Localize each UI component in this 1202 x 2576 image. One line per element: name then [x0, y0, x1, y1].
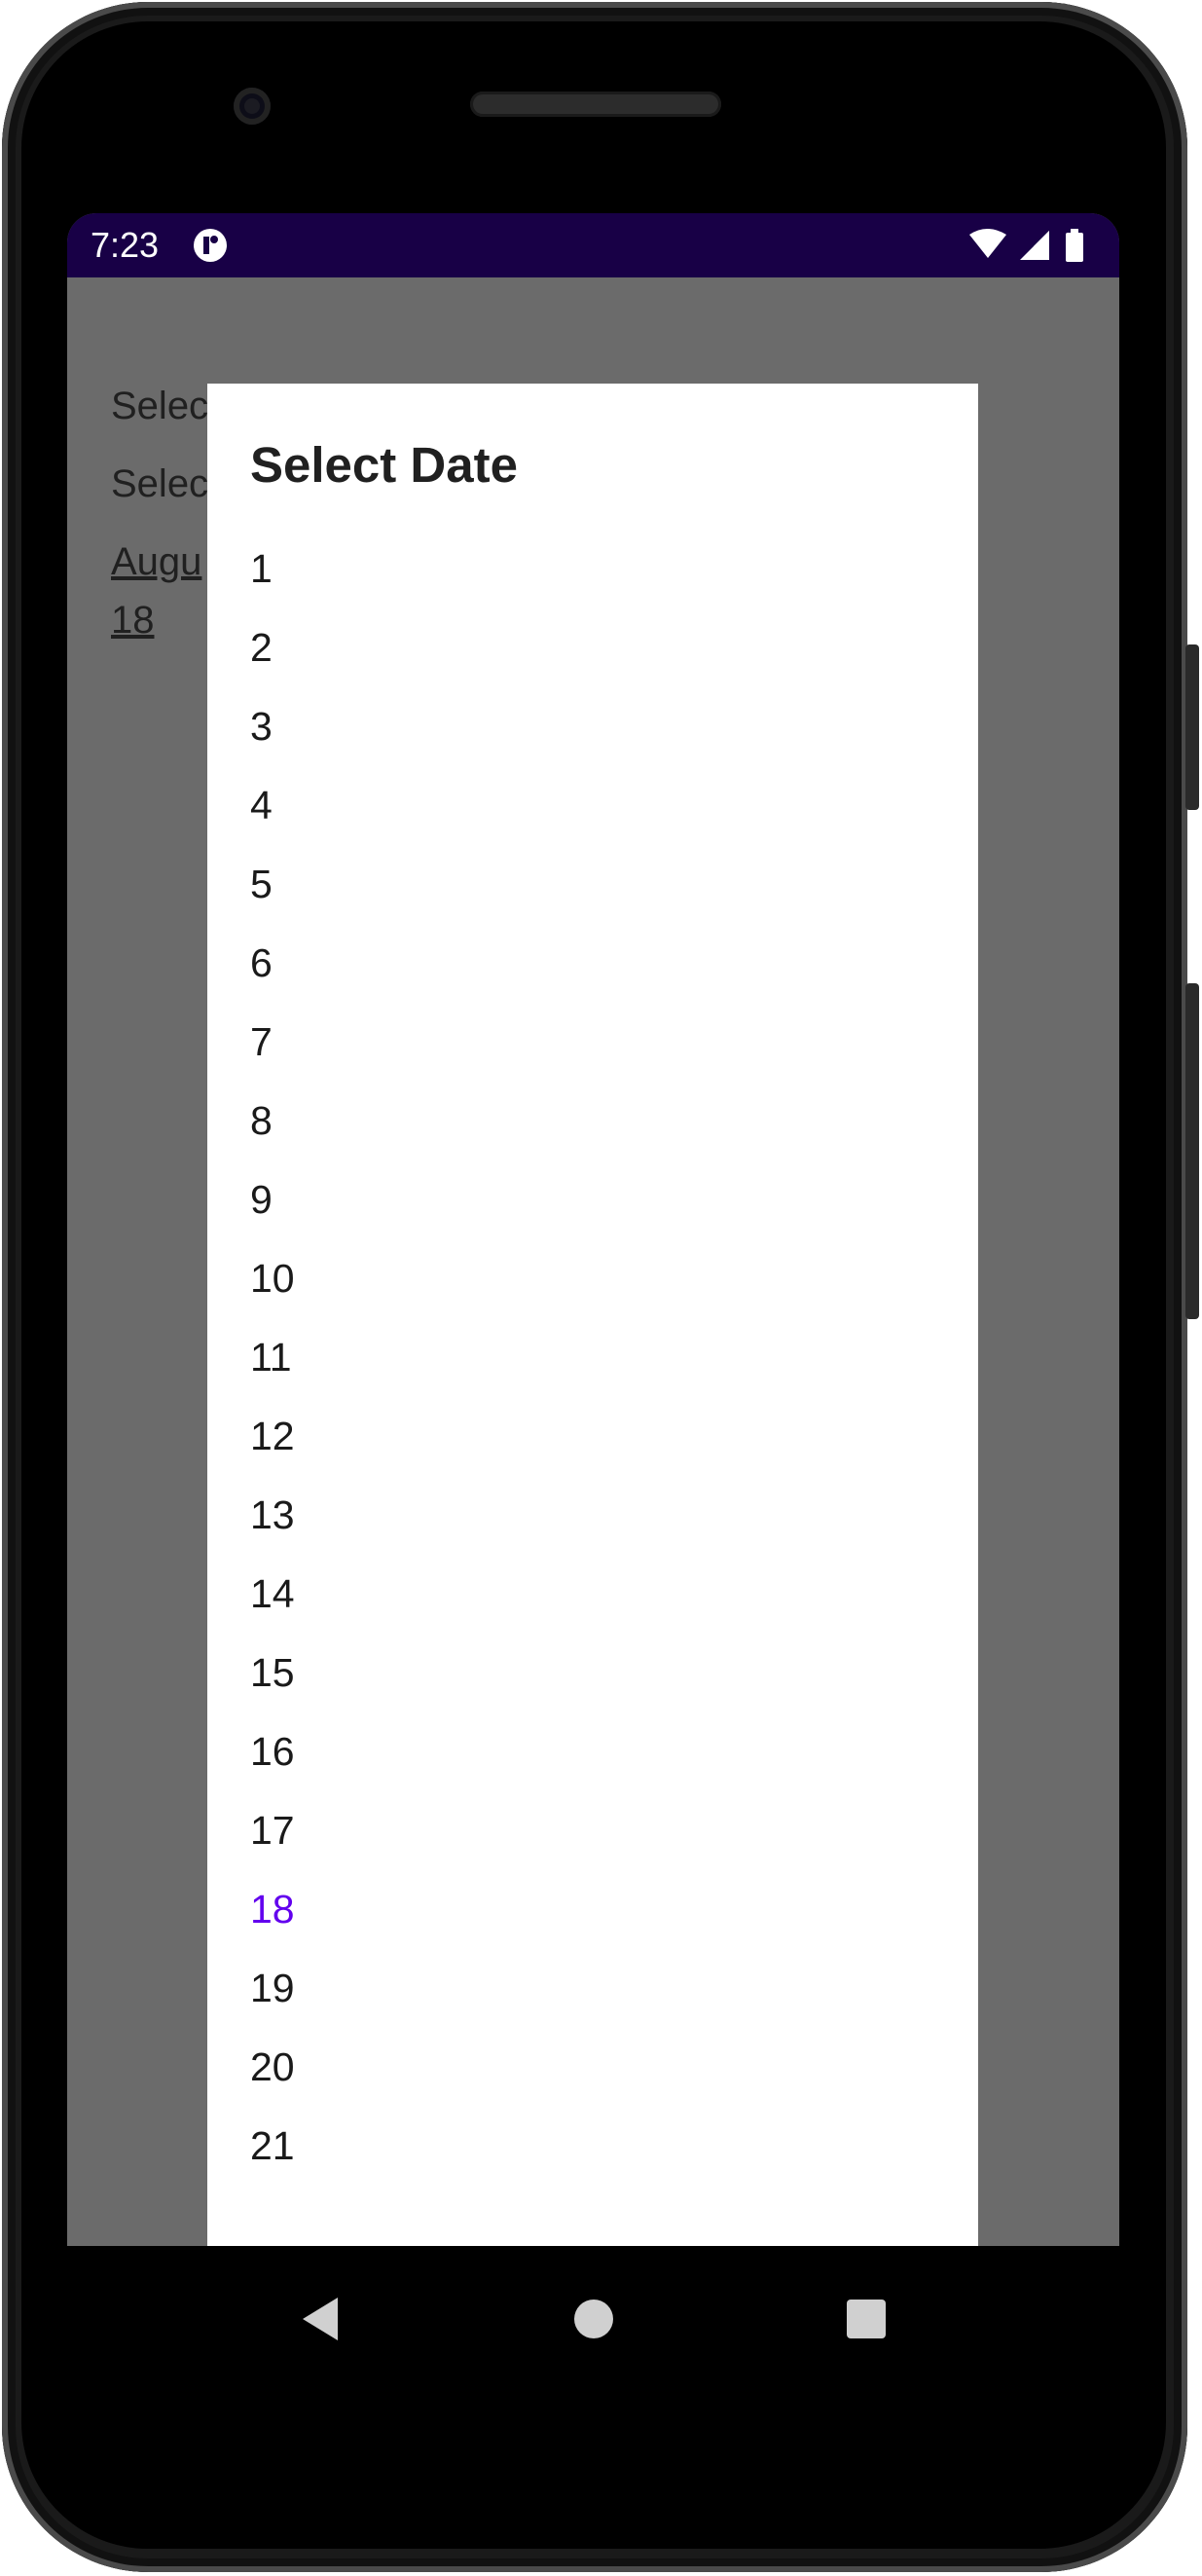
selected-date-link[interactable]: Augu	[111, 540, 201, 584]
volume-button	[1185, 644, 1199, 810]
app-notification-icon	[194, 229, 227, 262]
date-item[interactable]: 11	[207, 1318, 978, 1397]
date-item[interactable]: 5	[207, 845, 978, 924]
date-list[interactable]: 1 2 3 4 5 6 7 8 9 10 11 12 13 14 15 16 1	[207, 530, 978, 2197]
recents-icon	[847, 2300, 886, 2338]
screen: 7:23 Selec Selec Augu 18 Select Date 1 2…	[67, 213, 1119, 2246]
phone-frame: 7:23 Selec Selec Augu 18 Select Date 1 2…	[0, 0, 1202, 2576]
date-item[interactable]: 7	[207, 1003, 978, 1082]
navigation-bar	[67, 2246, 1119, 2392]
date-item[interactable]: 17	[207, 1791, 978, 1870]
date-item[interactable]: 13	[207, 1476, 978, 1555]
earpiece-speaker	[470, 92, 721, 117]
app-content: Selec Selec Augu 18 Select Date 1 2 3 4 …	[67, 277, 1119, 2246]
date-item[interactable]: 21	[207, 2107, 978, 2186]
battery-icon	[1066, 229, 1083, 262]
date-item[interactable]: 4	[207, 766, 978, 845]
date-item-selected[interactable]: 18	[207, 1870, 978, 1949]
recents-button[interactable]	[832, 2285, 900, 2353]
date-item[interactable]: 2	[207, 608, 978, 687]
date-item[interactable]: 9	[207, 1160, 978, 1239]
front-camera	[234, 88, 271, 125]
select-date-dialog: Select Date 1 2 3 4 5 6 7 8 9 10 11 12 1…	[207, 384, 978, 2246]
date-item[interactable]: 16	[207, 1712, 978, 1791]
signal-icon	[1020, 231, 1049, 260]
select-label-1: Selec	[111, 385, 209, 427]
date-item[interactable]: 14	[207, 1555, 978, 1634]
date-item[interactable]: 3	[207, 687, 978, 766]
date-item[interactable]: 10	[207, 1239, 978, 1318]
date-item[interactable]: 15	[207, 1634, 978, 1712]
status-time: 7:23	[91, 225, 160, 265]
home-button[interactable]	[560, 2285, 628, 2353]
date-item[interactable]: 6	[207, 924, 978, 1003]
wifi-icon	[969, 229, 1006, 258]
date-item[interactable]: 8	[207, 1082, 978, 1160]
date-item[interactable]: 20	[207, 2028, 978, 2107]
status-bar: 7:23	[67, 213, 1119, 277]
date-item[interactable]: 12	[207, 1397, 978, 1476]
power-button	[1185, 983, 1199, 1319]
date-item[interactable]: 19	[207, 1949, 978, 2028]
selected-date-day[interactable]: 18	[111, 599, 155, 643]
dialog-title: Select Date	[250, 437, 518, 493]
select-label-2: Selec	[111, 462, 209, 505]
home-icon	[574, 2300, 613, 2338]
date-item[interactable]: 1	[207, 530, 978, 608]
back-button[interactable]	[286, 2285, 354, 2353]
back-icon	[303, 2298, 338, 2340]
status-icons	[969, 229, 1083, 262]
date-item[interactable]: 22	[207, 2186, 978, 2197]
